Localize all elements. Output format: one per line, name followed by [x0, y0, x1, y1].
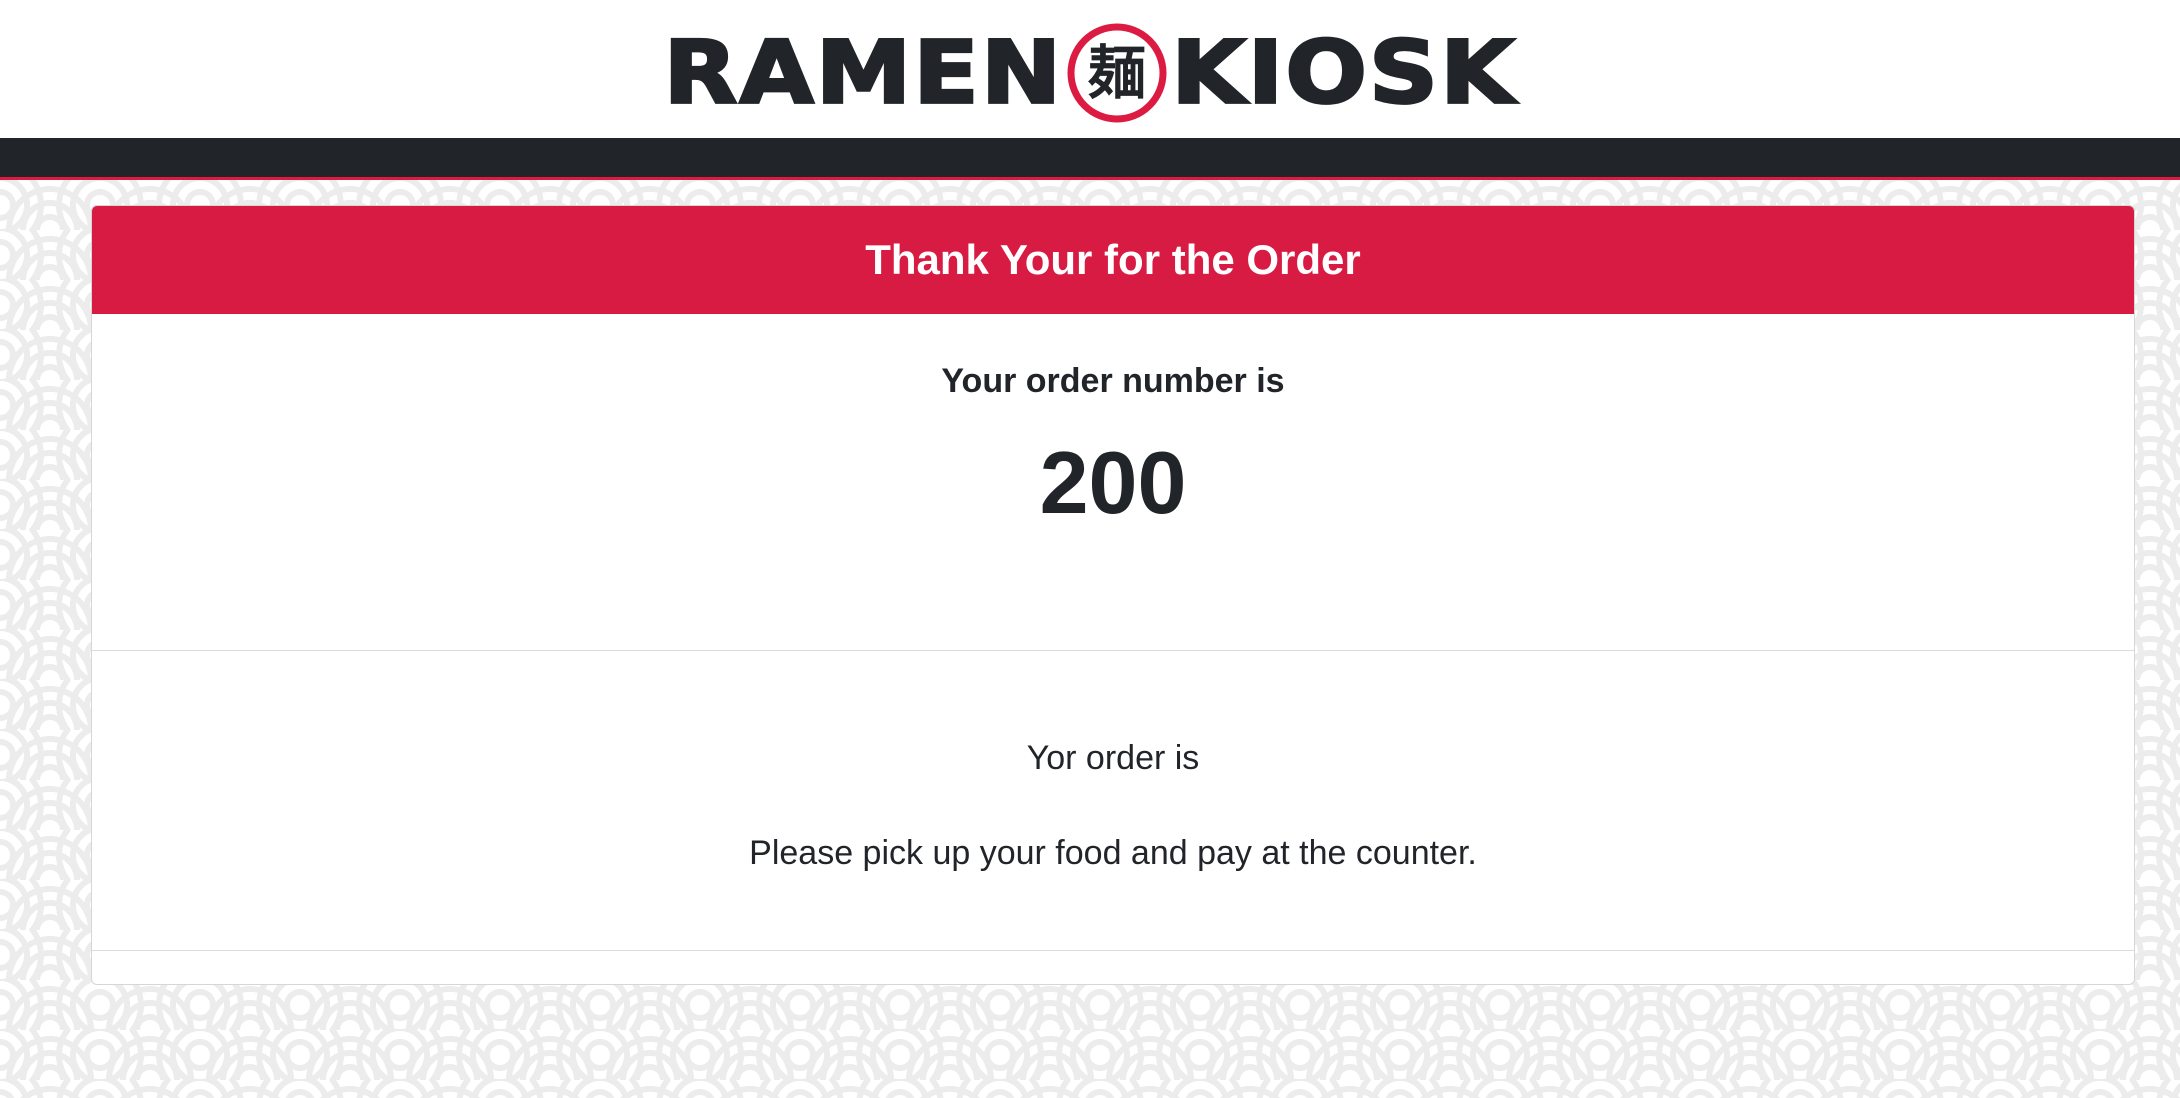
- card-header: Thank Your for the Order: [92, 206, 2134, 314]
- order-number-section: Your order number is 200: [92, 314, 2134, 651]
- order-summary-text: Yor order is: [1026, 739, 1200, 777]
- order-confirmation-card: Thank Your for the Order Your order numb…: [91, 205, 2135, 985]
- brand-logo[interactable]: RAMEN 麺 KIOSK: [0, 18, 2180, 128]
- card-title: Thank Your for the Order: [865, 236, 1361, 283]
- site-header: RAMEN 麺 KIOSK: [0, 0, 2180, 138]
- nav-bar: [0, 138, 2180, 180]
- logo-text-right: KIOSK: [1170, 22, 1517, 124]
- logo-seal-char: 麺: [1088, 39, 1146, 107]
- order-number: 200: [1039, 433, 1187, 532]
- pickup-instructions: Please pick up your food and pay at the …: [749, 834, 1477, 872]
- noodle-seal-icon: 麺: [1067, 23, 1167, 123]
- order-number-label: Your order number is: [941, 362, 1285, 400]
- logo-text-left: RAMEN: [662, 22, 1064, 124]
- order-message-section: Yor order is Please pick up your food an…: [92, 651, 2134, 951]
